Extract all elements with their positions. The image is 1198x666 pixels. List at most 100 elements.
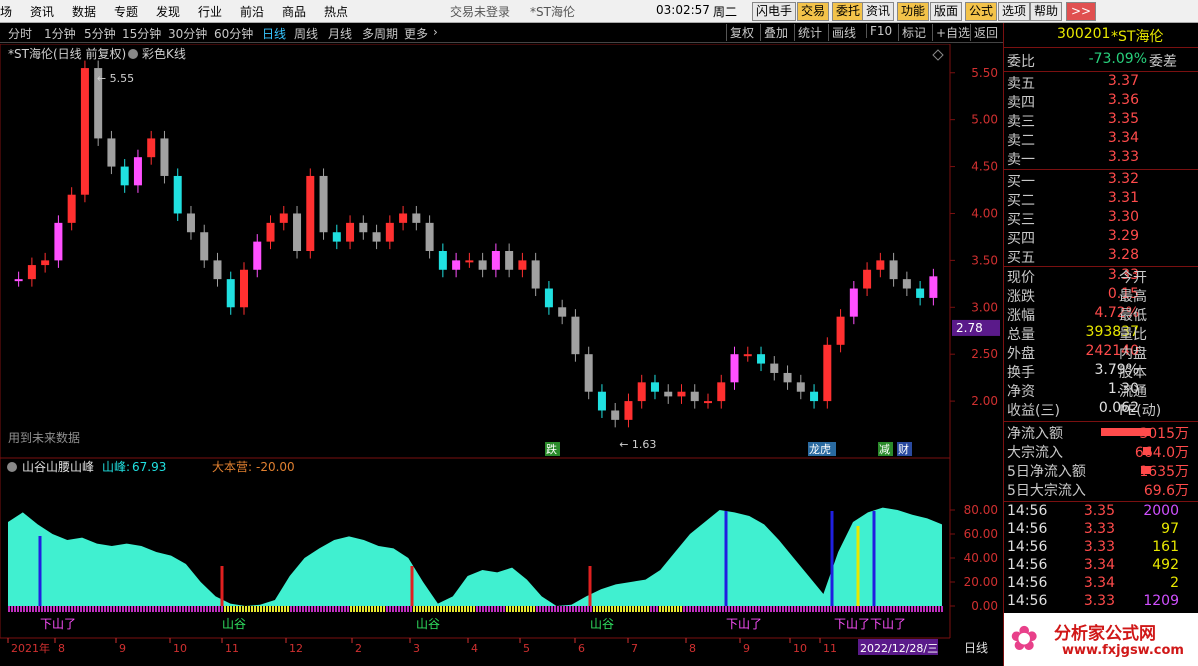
period-tab-5[interactable]: 60分钟 — [214, 25, 253, 42]
menu-item-8[interactable]: 热点 — [324, 3, 348, 20]
indicator-chart[interactable]: 山谷山腰山峰 山峰: 67.93 大本营: -20.00 80.00 60.00 40.00 2… — [0, 457, 1003, 639]
candle-body — [783, 372, 792, 383]
period-tab-8[interactable]: 月线 — [328, 25, 352, 42]
stripe-bar — [392, 606, 394, 612]
stat-row: 外盘 242140 内盘 — [1007, 343, 1197, 362]
kline-chart[interactable]: 5.50 5.00 4.50 4.00 3.50 3.00 2.50 2.00 *ST海伦(日线… — [0, 43, 1003, 459]
stripe-bar — [482, 606, 484, 612]
stripe-bar — [521, 606, 523, 612]
tool-button-1[interactable]: 交易 — [797, 2, 830, 21]
settings-dot-icon[interactable] — [128, 49, 138, 59]
stat-row: 收益(三) 0.062 PE(动) — [1007, 400, 1197, 419]
stat-label: 涨跌 — [1007, 289, 1035, 305]
stripe-bar — [176, 606, 178, 612]
chevron-right-icon[interactable]: › — [433, 25, 438, 39]
menu-item-5[interactable]: 行业 — [198, 3, 222, 20]
chart-button-1[interactable]: 叠加 — [760, 24, 788, 41]
y-tick-label: 4.00 — [971, 206, 998, 220]
period-tab-6[interactable]: 日线 — [262, 25, 286, 42]
stripe-bar — [26, 606, 28, 612]
stat-label: 涨幅 — [1007, 308, 1035, 324]
candle-body — [743, 354, 752, 357]
ind-y-tick-label: 60.00 — [964, 527, 998, 541]
date-tick-label: 11 — [823, 642, 837, 655]
ask-row: 卖四 3.36 — [1007, 92, 1197, 111]
tool-button-2[interactable]: 委托 — [832, 2, 865, 21]
stripe-bar — [347, 606, 349, 612]
stripe-bar — [386, 606, 388, 612]
menu-item-2[interactable]: 数据 — [72, 3, 96, 20]
candle-body — [664, 391, 673, 397]
stripe-bar — [320, 606, 322, 612]
stripe-bar — [695, 606, 697, 612]
stripe-bar — [167, 606, 169, 612]
menu-item-3[interactable]: 专题 — [114, 3, 138, 20]
tool-button-4[interactable]: 功能 — [897, 2, 930, 21]
candle-body — [677, 391, 686, 397]
chart-button-4[interactable]: F10 — [866, 24, 892, 38]
flow-row: 5日大宗流入 69.6万 — [1007, 480, 1197, 499]
menu-item-6[interactable]: 前沿 — [240, 3, 264, 20]
stripe-bar — [17, 606, 19, 612]
chart-button-5[interactable]: 标记 — [898, 24, 926, 41]
stripe-bar — [263, 606, 265, 612]
stripe-bar — [845, 606, 847, 612]
stripe-bar — [827, 606, 829, 612]
chart-button-7[interactable]: 返回 — [970, 24, 998, 41]
tool-button-0[interactable]: 闪电手 — [752, 2, 797, 21]
tool-button-5[interactable]: 版面 — [930, 2, 963, 21]
tick-price: 3.33 — [1083, 593, 1115, 609]
flow-row: 大宗流入 664.0万 — [1007, 442, 1197, 461]
stripe-bar — [530, 606, 532, 612]
menu-item-0[interactable]: 场 — [0, 3, 12, 20]
chart-button-6[interactable]: +自选 — [932, 24, 970, 41]
period-tab-7[interactable]: 周线 — [294, 25, 318, 42]
period-tab-2[interactable]: 5分钟 — [84, 25, 116, 42]
stripe-bar — [200, 606, 202, 612]
tool-button-3[interactable]: 资讯 — [862, 2, 895, 21]
stripe-bar — [593, 606, 595, 612]
stripe-bar — [377, 606, 379, 612]
panel-divider — [1004, 421, 1198, 422]
period-tab-10[interactable]: 更多 — [404, 25, 428, 42]
tool-button-7[interactable]: 选项 — [998, 2, 1031, 21]
more-tools-button[interactable]: >> — [1066, 2, 1096, 21]
stripe-bar — [662, 606, 664, 612]
period-tab-1[interactable]: 1分钟 — [44, 25, 76, 42]
indicator-settings-icon[interactable] — [7, 462, 17, 472]
menu-item-1[interactable]: 资讯 — [30, 3, 54, 20]
menu-item-7[interactable]: 商品 — [282, 3, 306, 20]
stripe-bar — [98, 606, 100, 612]
tick-row: 14:56 3.34 492 — [1007, 557, 1197, 576]
tick-time: 14:56 — [1007, 593, 1048, 609]
stock-name: *ST海伦 — [1111, 29, 1164, 45]
stripe-bar — [941, 606, 943, 612]
stripe-bar — [824, 606, 826, 612]
candle-body — [757, 354, 766, 364]
stripe-bar — [911, 606, 913, 612]
period-tab-9[interactable]: 多周期 — [362, 25, 398, 42]
date-tick-label: 8 — [58, 642, 65, 655]
candle-body — [730, 354, 739, 383]
stripe-bar — [92, 606, 94, 612]
period-indicator[interactable]: 日线 — [964, 641, 988, 655]
stripe-bar — [599, 606, 601, 612]
chart-button-2[interactable]: 统计 — [794, 24, 822, 41]
date-tick-label: 7 — [631, 642, 638, 655]
candle-body — [186, 213, 195, 233]
tool-button-8[interactable]: 帮助 — [1030, 2, 1063, 21]
chart-button-0[interactable]: 复权 — [726, 24, 754, 41]
chart-button-3[interactable]: 画线 — [828, 24, 856, 41]
menu-item-4[interactable]: 发现 — [156, 3, 180, 20]
period-tab-0[interactable]: 分时 — [8, 25, 32, 42]
stripe-bar — [302, 606, 304, 612]
stripe-bar — [308, 606, 310, 612]
stripe-bar — [527, 606, 529, 612]
period-tab-3[interactable]: 15分钟 — [122, 25, 161, 42]
tool-button-6[interactable]: 公式 — [965, 2, 998, 21]
stripe-bar — [191, 606, 193, 612]
date-tick-label: 11 — [225, 642, 239, 655]
stripe-bar — [680, 606, 682, 612]
stripe-bar — [626, 606, 628, 612]
period-tab-4[interactable]: 30分钟 — [168, 25, 207, 42]
